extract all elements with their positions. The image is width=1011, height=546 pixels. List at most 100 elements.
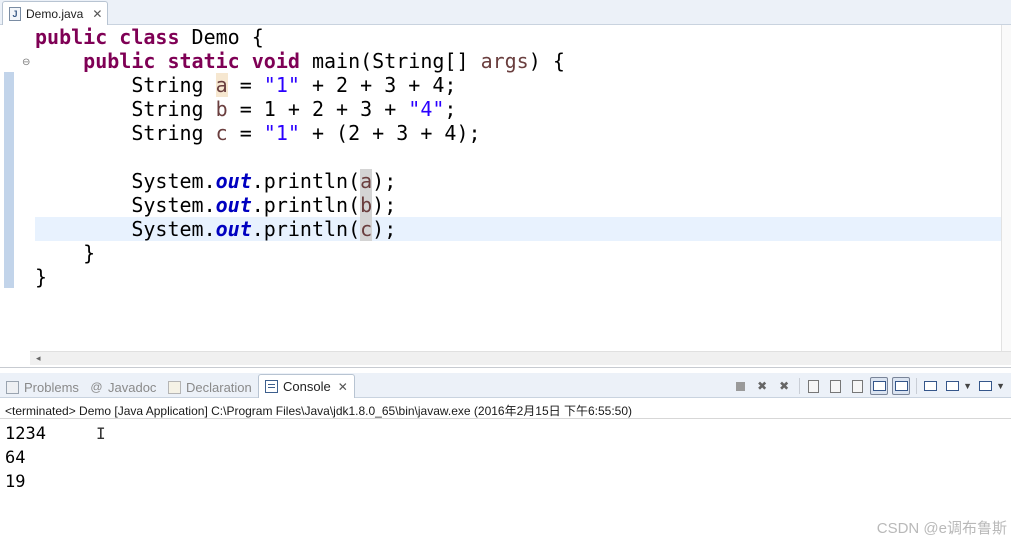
remove-launch-icon[interactable]: ✖ xyxy=(753,377,771,395)
code-line[interactable]: System.out.println(a); xyxy=(35,169,565,193)
show-on-stdout-icon[interactable] xyxy=(870,377,889,395)
code-token: = xyxy=(227,73,264,97)
code-line[interactable]: } xyxy=(35,265,565,289)
code-token: ); xyxy=(372,193,397,217)
terminate-icon[interactable] xyxy=(731,377,749,395)
display-console-icon[interactable] xyxy=(943,377,961,395)
javadoc-icon: @ xyxy=(90,379,103,394)
code-token: Demo { xyxy=(179,25,264,49)
tab-problems[interactable]: Problems xyxy=(6,377,79,397)
overview-ruler[interactable] xyxy=(1001,25,1011,351)
code-editor[interactable]: J Demo.java ✕ ⊖ public class Demo { publ… xyxy=(0,0,1011,368)
code-token: System. xyxy=(131,217,216,241)
fold-collapse-icon[interactable]: ⊖ xyxy=(22,57,30,68)
scroll-lock-icon[interactable] xyxy=(826,377,844,395)
code-token: public xyxy=(35,25,108,49)
tab-javadoc[interactable]: @ Javadoc xyxy=(90,377,156,397)
code-token: .println( xyxy=(251,169,361,193)
code-token: a xyxy=(360,169,373,193)
code-text-area[interactable]: public class Demo { public static void m… xyxy=(35,25,565,289)
code-token: } xyxy=(35,265,48,289)
code-token: c xyxy=(360,217,373,241)
code-token: = 1 + 2 + 3 + xyxy=(227,97,409,121)
bottom-views-panel: Problems @ Javadoc Declaration Console ✕… xyxy=(0,373,1011,546)
code-token: "1" xyxy=(263,121,300,145)
code-line[interactable]: } xyxy=(35,241,565,265)
change-ruler-bar xyxy=(4,72,14,288)
divider xyxy=(0,418,1011,419)
show-on-stderr-icon[interactable] xyxy=(892,377,911,395)
code-token: String xyxy=(131,97,216,121)
console-output-line: 19 xyxy=(5,472,26,492)
java-file-icon: J xyxy=(9,6,21,21)
code-token: .println( xyxy=(251,217,361,241)
console-output-line: 64 xyxy=(5,448,26,468)
tab-label: Problems xyxy=(24,379,79,395)
code-line[interactable]: String a = "1" + 2 + 3 + 4; xyxy=(35,73,565,97)
code-token: main(String[] xyxy=(299,49,481,73)
code-token: ) { xyxy=(528,49,565,73)
editor-tab-bar: J Demo.java ✕ xyxy=(0,0,1011,25)
code-token: ); xyxy=(372,217,397,241)
code-token: void xyxy=(251,49,300,73)
code-token: static xyxy=(167,49,240,73)
chevron-down-icon[interactable]: ▼ xyxy=(963,381,972,391)
code-line[interactable] xyxy=(35,145,565,169)
tab-declaration[interactable]: Declaration xyxy=(168,377,252,397)
console-output[interactable]: 1234 64 19 xyxy=(5,422,46,494)
code-token: + (2 + 3 + 4); xyxy=(299,121,481,145)
remove-all-terminated-icon[interactable]: ✖ xyxy=(775,377,793,395)
chevron-down-icon[interactable]: ▼ xyxy=(996,381,1005,391)
code-token: b xyxy=(215,97,228,121)
text-cursor-icon: I xyxy=(96,424,106,443)
code-token: b xyxy=(360,193,373,217)
code-line[interactable]: String b = 1 + 2 + 3 + "4"; xyxy=(35,97,565,121)
watermark: CSDN @e调布鲁斯 xyxy=(876,520,1007,537)
code-token: args xyxy=(480,49,529,73)
views-tab-bar: Problems @ Javadoc Declaration Console ✕… xyxy=(0,373,1011,398)
code-token: out xyxy=(215,193,252,217)
code-token: ); xyxy=(372,169,397,193)
code-token: = xyxy=(227,121,264,145)
tab-console[interactable]: Console ✕ xyxy=(258,374,355,398)
open-console-icon[interactable] xyxy=(976,377,994,395)
code-token: a xyxy=(215,73,228,97)
left-ruler[interactable] xyxy=(0,25,18,351)
tab-label: Javadoc xyxy=(108,379,157,395)
problems-icon xyxy=(6,380,19,394)
declaration-icon xyxy=(168,380,181,394)
scroll-left-icon[interactable]: ◂ xyxy=(36,353,41,364)
code-line[interactable]: public static void main(String[] args) { xyxy=(35,49,565,73)
horizontal-scrollbar[interactable]: ◂ xyxy=(30,351,1011,365)
code-line[interactable]: String c = "1" + (2 + 3 + 4); xyxy=(35,121,565,145)
code-token: class xyxy=(119,25,180,49)
editor-tab-label: Demo.java xyxy=(26,6,84,21)
tab-label: Console xyxy=(283,379,331,394)
code-token: ; xyxy=(444,97,457,121)
code-token: } xyxy=(83,241,96,265)
close-icon[interactable]: ✕ xyxy=(338,380,348,394)
code-line[interactable]: System.out.println(c); xyxy=(35,217,565,241)
console-icon xyxy=(265,380,278,393)
editor-tab-demo-java[interactable]: J Demo.java ✕ xyxy=(2,1,108,25)
code-token: out xyxy=(215,169,252,193)
clear-console-icon[interactable] xyxy=(804,377,822,395)
console-status-line: <terminated> Demo [Java Application] C:\… xyxy=(5,404,632,418)
console-toolbar: ✖ ✖ ▼ ▼ xyxy=(727,376,1005,396)
toolbar-divider xyxy=(916,378,918,394)
toolbar-divider xyxy=(799,378,801,394)
code-token: System. xyxy=(131,169,216,193)
code-token: out xyxy=(215,217,252,241)
pin-console-icon[interactable] xyxy=(921,377,939,395)
console-output-line: 1234 xyxy=(5,424,46,444)
code-line[interactable]: public class Demo { xyxy=(35,25,565,49)
code-token: String xyxy=(131,121,216,145)
word-wrap-icon[interactable] xyxy=(848,377,866,395)
code-line[interactable]: System.out.println(b); xyxy=(35,193,565,217)
code-token: "1" xyxy=(263,73,300,97)
code-token: "4" xyxy=(408,97,445,121)
close-icon[interactable]: ✕ xyxy=(92,7,102,21)
